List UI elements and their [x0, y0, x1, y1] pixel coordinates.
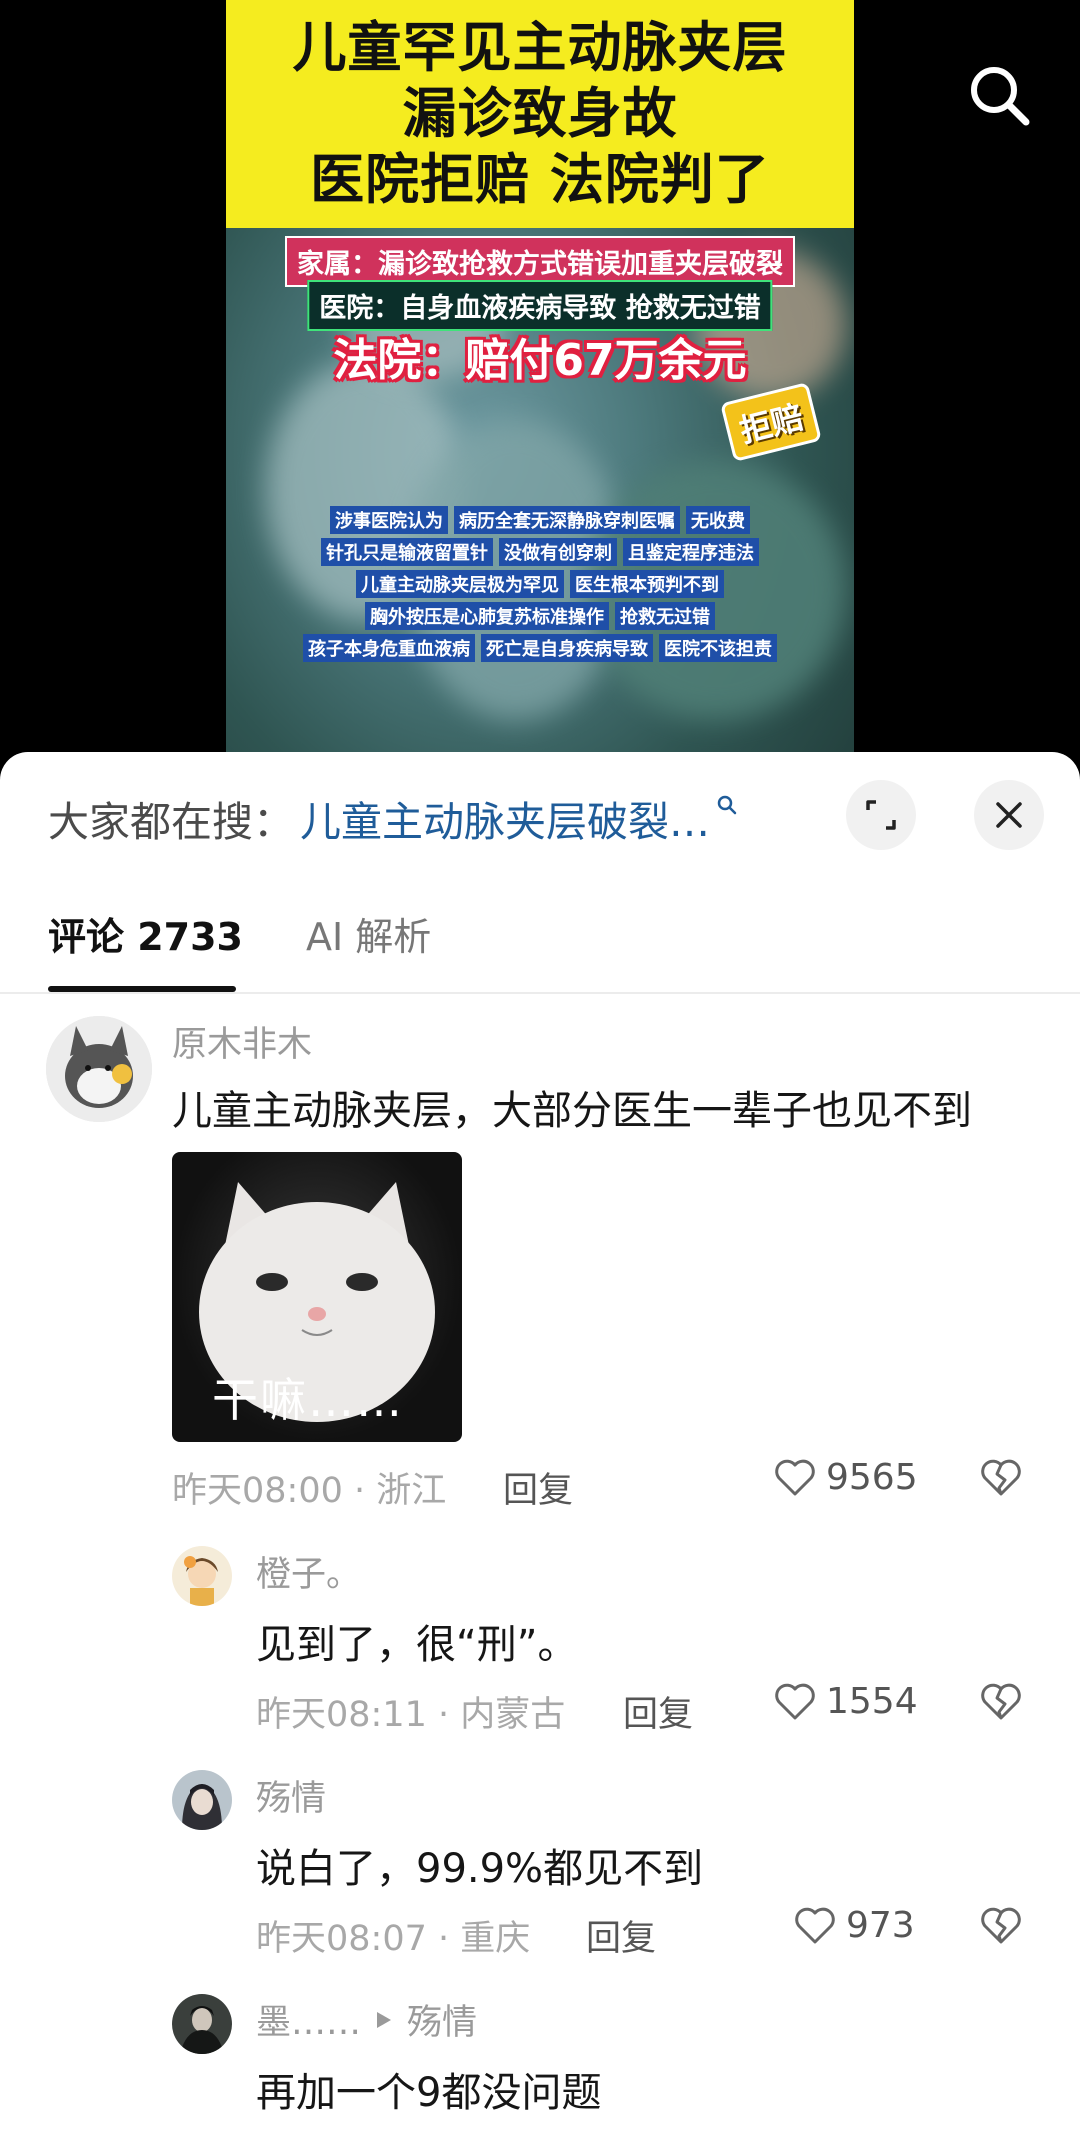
heart-outline-icon: [775, 1683, 815, 1720]
meme-image[interactable]: 干嘛……: [172, 1152, 462, 1442]
tab-ai-analysis[interactable]: AI 解析: [306, 902, 431, 992]
caption-segment: 没做有创穿刺: [499, 538, 617, 566]
comment-meta: 昨天08:11 · 内蒙古: [256, 1695, 566, 1735]
comment-username[interactable]: 原木非木: [172, 1016, 312, 1067]
trending-search-term[interactable]: 儿童主动脉夹层破裂…: [300, 788, 710, 848]
comment-tabs: 评论 2733 AI 解析: [0, 902, 1080, 994]
reply-button[interactable]: 回复: [623, 1686, 693, 1737]
headline-line-2: 漏诊致身故: [402, 82, 678, 145]
like-button[interactable]: 1554: [772, 1678, 918, 1724]
video-frame: 儿童罕见主动脉夹层 漏诊致身故 医院拒赔 法院判了 家属：漏诊致抢救方式错误加重…: [226, 0, 854, 752]
broken-heart-icon: [981, 1907, 1021, 1944]
caption-line: 儿童主动脉夹层极为罕见 医生根本预判不到: [356, 570, 724, 598]
reply-to-username[interactable]: 殇情: [407, 1994, 477, 2045]
dislike-button[interactable]: [978, 1454, 1024, 1504]
comment-sheet: 大家都在搜： 儿童主动脉夹层破裂… 评论 2733 AI 解析 原木非木 儿童主…: [0, 752, 1080, 2144]
caption-segment: 儿童主动脉夹层极为罕见: [356, 570, 564, 598]
caption-segment: 无收费: [686, 506, 750, 534]
like-button[interactable]: 973: [792, 1902, 915, 1948]
active-tab-indicator: [48, 986, 236, 992]
heart-outline-icon: [775, 1459, 815, 1496]
video-player[interactable]: 儿童罕见主动脉夹层 漏诊致身故 医院拒赔 法院判了 家属：漏诊致抢救方式错误加重…: [0, 0, 1080, 752]
caption-line: 孩子本身危重血液病 死亡是自身疾病导致 医院不该担责: [303, 634, 777, 662]
comment-text: 见到了，很“刑”。: [256, 1622, 578, 1668]
caption-segment: 胸外按压是心肺复苏标准操作: [365, 602, 609, 630]
trending-search-label: 大家都在搜：: [48, 798, 294, 846]
dislike-button[interactable]: [978, 1902, 1024, 1952]
avatar[interactable]: [172, 1994, 232, 2054]
comment-username[interactable]: 橙子。: [256, 1546, 361, 1597]
caption-segment: 死亡是自身疾病导致: [481, 634, 653, 662]
caption-segment: 抢救无过错: [615, 602, 715, 630]
meme-caption: 干嘛……: [212, 1373, 404, 1427]
broken-heart-icon: [981, 1683, 1021, 1720]
video-search-button[interactable]: [964, 60, 1036, 132]
comment-text: 再加一个9都没问题: [256, 2070, 602, 2116]
caption-line: 针孔只是输液留置针 没做有创穿刺 且鉴定程序违法: [321, 538, 759, 566]
reply-button[interactable]: 回复: [586, 1910, 656, 1961]
close-button[interactable]: [974, 780, 1044, 850]
broken-heart-icon: [981, 1459, 1021, 1496]
search-icon: [716, 794, 738, 822]
like-count: 1554: [826, 1680, 918, 1722]
tab-comments[interactable]: 评论 2733: [48, 902, 243, 992]
trending-search[interactable]: 大家都在搜： 儿童主动脉夹层破裂…: [48, 788, 738, 848]
comment-text: 说白了，99.9%都见不到: [256, 1846, 704, 1892]
comment-meta: 昨天08:00 · 浙江: [172, 1471, 447, 1511]
caption-line: 胸外按压是心肺复苏标准操作 抢救无过错: [365, 602, 715, 630]
expand-button[interactable]: [846, 780, 916, 850]
caption-segment: 孩子本身危重血液病: [303, 634, 475, 662]
dislike-button[interactable]: [978, 1678, 1024, 1728]
close-icon: [996, 802, 1022, 828]
court-ruling-tag: 法院：赔付67万余元: [333, 335, 747, 386]
search-icon: [971, 67, 1030, 126]
caption-segment: 且鉴定程序违法: [623, 538, 759, 566]
reply-button[interactable]: 回复: [503, 1462, 573, 1513]
like-count: 973: [846, 1904, 915, 1946]
caption-line: 涉事医院认为 病历全套无深静脉穿刺医嘱 无收费: [330, 506, 750, 534]
headline-line-1: 儿童罕见主动脉夹层: [292, 16, 788, 79]
video-headline: 儿童罕见主动脉夹层 漏诊致身故 医院拒赔 法院判了: [226, 0, 854, 228]
like-count: 9565: [826, 1456, 918, 1498]
play-arrow-icon: [377, 2011, 392, 2028]
caption-segment: 涉事医院认为: [330, 506, 448, 534]
comment-username[interactable]: 墨……: [256, 1994, 361, 2045]
caption-segment: 病历全套无深静脉穿刺医嘱: [454, 506, 680, 534]
reply-thread-header: 墨…… 殇情: [256, 1994, 477, 2045]
comment-text: 儿童主动脉夹层，大部分医生一辈子也见不到: [172, 1088, 972, 1134]
comment-username[interactable]: 殇情: [256, 1770, 326, 1821]
heart-outline-icon: [795, 1907, 835, 1944]
avatar[interactable]: [172, 1770, 232, 1830]
comment-meta: 昨天08:07 · 重庆: [256, 1919, 531, 1959]
caption-segment: 医院不该担责: [659, 634, 777, 662]
headline-line-3: 医院拒赔 法院判了: [310, 148, 770, 211]
expand-icon: [866, 800, 896, 830]
avatar[interactable]: [172, 1546, 232, 1606]
like-button[interactable]: 9565: [772, 1454, 918, 1500]
caption-segment: 医生根本预判不到: [570, 570, 724, 598]
video-captions: 涉事医院认为 病历全套无深静脉穿刺医嘱 无收费 针孔只是输液留置针 没做有创穿刺…: [226, 506, 854, 662]
avatar[interactable]: [46, 1016, 152, 1122]
caption-segment: 针孔只是输液留置针: [321, 538, 493, 566]
reject-badge: 拒赔: [720, 382, 822, 462]
